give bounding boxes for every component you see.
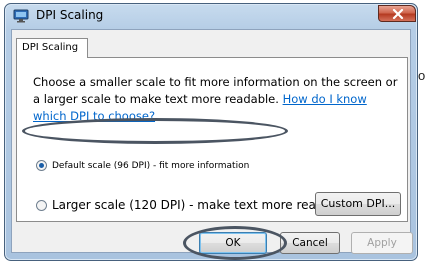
tab-dpi-scaling[interactable]: DPI Scaling [16, 38, 88, 58]
custom-dpi-button[interactable]: Custom DPI... [315, 192, 401, 216]
stray-text: o [418, 68, 426, 83]
highlight-oval-ok [183, 226, 287, 260]
cancel-button[interactable]: Cancel [280, 232, 340, 254]
option-default-scale-label: Default scale (96 DPI) - fit more inform… [52, 160, 250, 171]
tab-label: DPI Scaling [22, 42, 79, 53]
instructions-paragraph: Choose a smaller scale to fit more infor… [33, 74, 403, 125]
option-larger-scale-label: Larger scale (120 DPI) - make text more … [52, 198, 350, 212]
radio-larger-scale[interactable] [36, 199, 47, 211]
close-button[interactable] [378, 5, 416, 22]
apply-button[interactable]: Apply [351, 232, 413, 254]
option-larger-scale[interactable]: Larger scale (120 DPI) - make text more … [36, 198, 349, 212]
title-bar[interactable]: DPI Scaling [5, 4, 417, 28]
highlight-oval-default [22, 118, 288, 144]
monitor-icon [13, 9, 29, 23]
close-icon [392, 9, 404, 19]
window-title: DPI Scaling [36, 8, 104, 22]
option-default-scale[interactable]: Default scale (96 DPI) - fit more inform… [36, 160, 249, 171]
radio-default-scale[interactable] [36, 160, 47, 171]
